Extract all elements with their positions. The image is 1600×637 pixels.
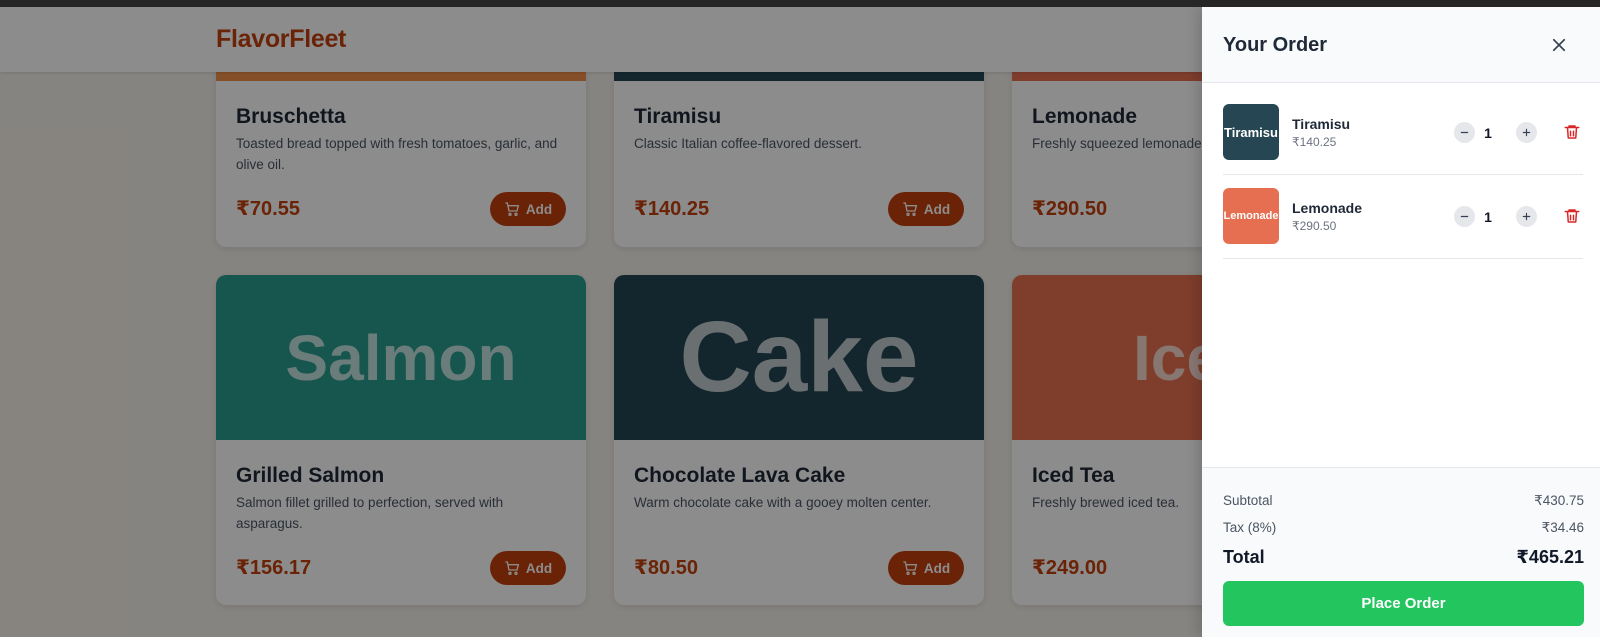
- total-label: Total: [1223, 547, 1265, 567]
- decrease-quantity-button[interactable]: [1454, 122, 1475, 143]
- cart-item: Tiramisu Tiramisu ₹140.25 1: [1223, 91, 1583, 175]
- subtotal-label: Subtotal: [1223, 493, 1273, 508]
- cart-item-name: Tiramisu: [1292, 116, 1351, 132]
- cart-title: Your Order: [1223, 34, 1328, 56]
- remove-item-button[interactable]: [1563, 207, 1581, 225]
- plus-icon: [1522, 212, 1531, 221]
- trash-icon: [1564, 209, 1580, 223]
- decrease-quantity-button[interactable]: [1454, 206, 1475, 227]
- cart-summary: Subtotal ₹430.75 Tax (8%) ₹34.46 Total ₹…: [1202, 467, 1600, 637]
- close-cart-button[interactable]: [1547, 33, 1571, 57]
- place-order-button[interactable]: Place Order: [1223, 581, 1584, 626]
- cart-item-thumbnail: Lemonade: [1223, 188, 1279, 244]
- tax-label: Tax (8%): [1223, 520, 1277, 535]
- cart-item: Lemonade Lemonade ₹290.50 1: [1223, 175, 1583, 259]
- total-row: Total ₹465.21: [1223, 547, 1584, 568]
- increase-quantity-button[interactable]: [1516, 206, 1537, 227]
- minus-icon: [1460, 131, 1469, 134]
- cart-item-quantity: 1: [1484, 125, 1492, 141]
- cart-item-price: ₹290.50: [1292, 219, 1337, 233]
- cart-drawer: Your Order Tiramisu Tiramisu ₹140.25 1 L…: [1202, 7, 1600, 637]
- remove-item-button[interactable]: [1563, 123, 1581, 141]
- subtotal-row: Subtotal ₹430.75: [1223, 493, 1584, 509]
- thumbnail-text: Tiramisu: [1224, 124, 1278, 140]
- minus-icon: [1460, 215, 1469, 218]
- subtotal-value: ₹430.75: [1534, 493, 1584, 508]
- cart-item-price: ₹140.25: [1292, 135, 1337, 149]
- tax-value: ₹34.46: [1541, 520, 1584, 535]
- thumbnail-text: Lemonade: [1223, 210, 1279, 222]
- cart-item-name: Lemonade: [1292, 200, 1363, 216]
- cart-item-thumbnail: Tiramisu: [1223, 104, 1279, 160]
- cart-item-quantity: 1: [1484, 209, 1492, 225]
- plus-icon: [1522, 128, 1531, 137]
- total-value: ₹465.21: [1516, 547, 1584, 567]
- browser-top-strip: [0, 0, 1600, 7]
- increase-quantity-button[interactable]: [1516, 122, 1537, 143]
- cart-header: Your Order: [1202, 7, 1600, 83]
- close-icon: [1552, 38, 1566, 52]
- tax-row: Tax (8%) ₹34.46: [1223, 520, 1584, 536]
- trash-icon: [1564, 125, 1580, 139]
